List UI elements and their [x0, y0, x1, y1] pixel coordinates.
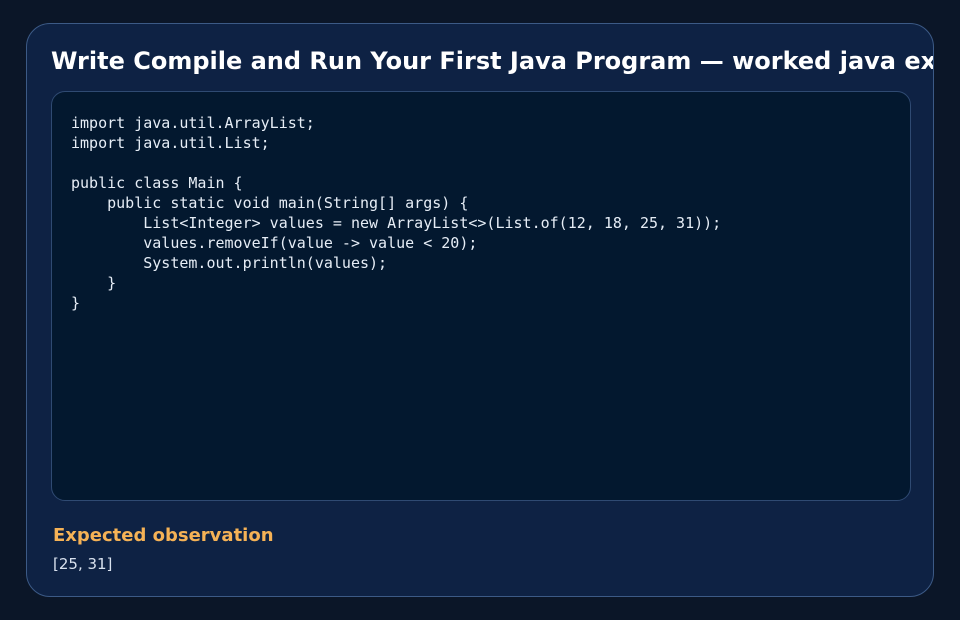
page-title: Write Compile and Run Your First Java Pr… — [51, 47, 934, 75]
code-text: import java.util.ArrayList; import java.u… — [71, 113, 721, 313]
observation-output: [25, 31] — [53, 555, 113, 573]
code-line: System.out.println(values); — [71, 254, 388, 272]
example-card: Write Compile and Run Your First Java Pr… — [26, 23, 934, 597]
observation-heading: Expected observation — [53, 525, 274, 546]
code-line: import java.util.List; — [71, 134, 270, 152]
code-line: public static void main(String[] args) { — [71, 194, 469, 212]
code-line: import java.util.ArrayList; — [71, 114, 315, 132]
code-line: } — [71, 294, 81, 312]
code-line: values.removeIf(value -> value < 20); — [71, 234, 478, 252]
code-line: List<Integer> values = new ArrayList<>(L… — [71, 214, 722, 232]
code-block: import java.util.ArrayList; import java.u… — [51, 91, 911, 501]
code-line: public class Main { — [71, 174, 243, 192]
code-line: } — [71, 274, 117, 292]
